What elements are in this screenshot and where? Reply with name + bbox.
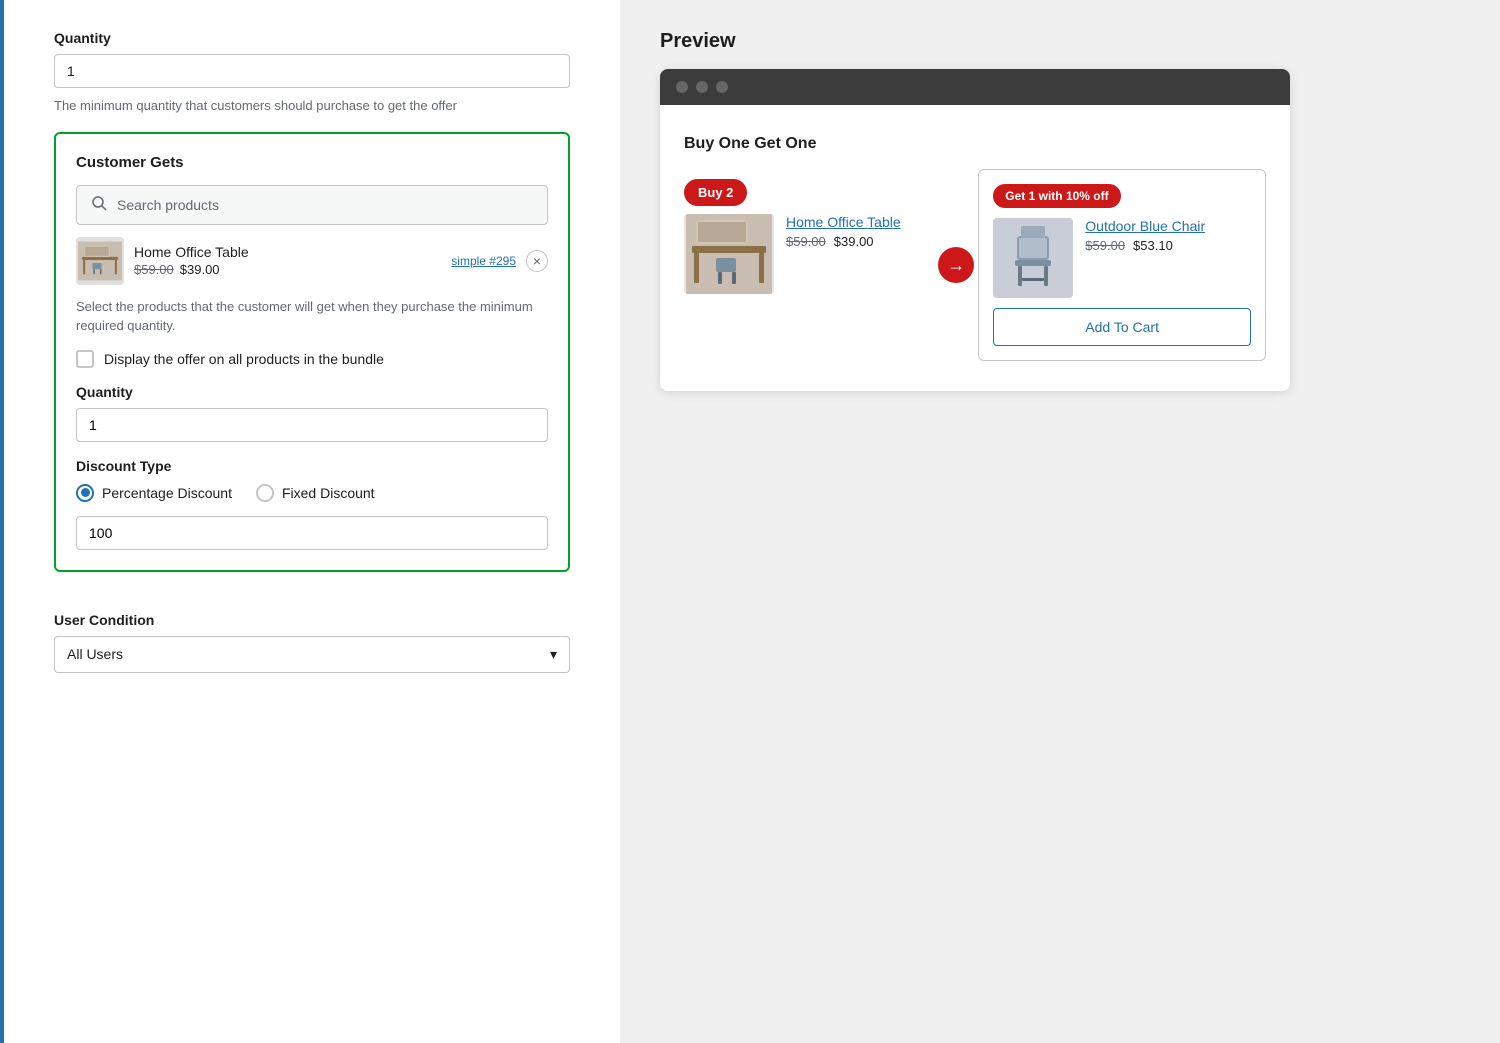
right-product-image bbox=[993, 218, 1073, 298]
right-product-card: Get 1 with 10% off bbox=[978, 169, 1266, 361]
percentage-discount-label: Percentage Discount bbox=[102, 485, 232, 501]
quantity-top-input[interactable] bbox=[54, 54, 570, 88]
product-prices: $59.00 $39.00 bbox=[134, 262, 441, 277]
search-bar[interactable]: Search products bbox=[76, 185, 548, 225]
search-placeholder: Search products bbox=[117, 197, 219, 213]
browser-dot-2 bbox=[696, 81, 708, 93]
browser-mockup: Buy One Get One Buy 2 bbox=[660, 69, 1290, 391]
fixed-discount-option[interactable]: Fixed Discount bbox=[256, 484, 375, 502]
right-price-old: $59.00 bbox=[1085, 238, 1125, 253]
product-price-new: $39.00 bbox=[180, 262, 220, 277]
remove-product-button[interactable]: × bbox=[526, 250, 548, 272]
user-condition-label: User Condition bbox=[54, 612, 570, 628]
left-price-old: $59.00 bbox=[786, 234, 826, 249]
discount-type-label: Discount Type bbox=[76, 458, 548, 474]
display-offer-checkbox-row[interactable]: Display the offer on all products in the… bbox=[76, 350, 548, 368]
display-offer-label: Display the offer on all products in the… bbox=[104, 351, 384, 367]
discount-value-input[interactable] bbox=[76, 516, 548, 550]
inner-quantity-input[interactable] bbox=[76, 408, 548, 442]
buy-badge: Buy 2 bbox=[684, 179, 747, 206]
right-price-new: $53.10 bbox=[1133, 238, 1173, 253]
left-product-image bbox=[684, 214, 774, 294]
user-condition-selected: All Users bbox=[67, 646, 123, 662]
right-panel: Preview Buy One Get One Buy 2 bbox=[620, 0, 1500, 1043]
add-to-cart-button[interactable]: Add To Cart bbox=[993, 308, 1251, 346]
fixed-discount-label: Fixed Discount bbox=[282, 485, 375, 501]
bogo-title: Buy One Get One bbox=[684, 135, 1266, 153]
browser-dot-1 bbox=[676, 81, 688, 93]
left-panel: Quantity The minimum quantity that custo… bbox=[0, 0, 620, 1043]
preview-title: Preview bbox=[660, 30, 1460, 53]
right-product-prices: $59.00 $53.10 bbox=[1085, 238, 1205, 253]
product-row: Home Office Table $59.00 $39.00 simple #… bbox=[76, 237, 548, 285]
bogo-container: Buy 2 bbox=[684, 169, 1266, 361]
product-link[interactable]: simple #295 bbox=[451, 254, 516, 268]
quantity-top-section: Quantity The minimum quantity that custo… bbox=[54, 30, 570, 132]
arrow-icon: → bbox=[938, 247, 974, 283]
fixed-discount-radio[interactable] bbox=[256, 484, 274, 502]
left-product-card: Buy 2 bbox=[684, 169, 934, 304]
inner-quantity-label: Quantity bbox=[76, 384, 548, 400]
customer-gets-box: Customer Gets Search products bbox=[54, 132, 570, 572]
right-product-name: Outdoor Blue Chair bbox=[1085, 218, 1205, 234]
product-price-old: $59.00 bbox=[134, 262, 174, 277]
discount-type-radio-row: Percentage Discount Fixed Discount bbox=[76, 484, 548, 502]
right-product-row: Outdoor Blue Chair $59.00 $53.10 bbox=[993, 218, 1251, 298]
browser-dot-3 bbox=[716, 81, 728, 93]
select-helper-text: Select the products that the customer wi… bbox=[76, 297, 548, 336]
user-condition-section: User Condition All Users ▾ bbox=[54, 612, 570, 673]
search-icon bbox=[91, 195, 107, 215]
left-product-name: Home Office Table bbox=[786, 214, 901, 230]
right-product-details: Outdoor Blue Chair $59.00 $53.10 bbox=[1085, 218, 1205, 253]
get-badge: Get 1 with 10% off bbox=[993, 184, 1120, 208]
browser-bar bbox=[660, 69, 1290, 105]
chevron-down-icon: ▾ bbox=[550, 646, 557, 663]
left-price-new: $39.00 bbox=[834, 234, 874, 249]
user-condition-dropdown[interactable]: All Users ▾ bbox=[54, 636, 570, 673]
browser-content: Buy One Get One Buy 2 bbox=[660, 105, 1290, 391]
left-product-prices: $59.00 $39.00 bbox=[786, 234, 901, 249]
product-name: Home Office Table bbox=[134, 244, 441, 260]
product-thumbnail bbox=[76, 237, 124, 285]
customer-gets-title: Customer Gets bbox=[76, 154, 548, 171]
quantity-top-helper: The minimum quantity that customers shou… bbox=[54, 96, 570, 116]
display-offer-checkbox[interactable] bbox=[76, 350, 94, 368]
quantity-top-label: Quantity bbox=[54, 30, 570, 46]
left-product-info: Home Office Table $59.00 $39.00 bbox=[786, 214, 901, 249]
percentage-discount-radio[interactable] bbox=[76, 484, 94, 502]
percentage-discount-option[interactable]: Percentage Discount bbox=[76, 484, 232, 502]
